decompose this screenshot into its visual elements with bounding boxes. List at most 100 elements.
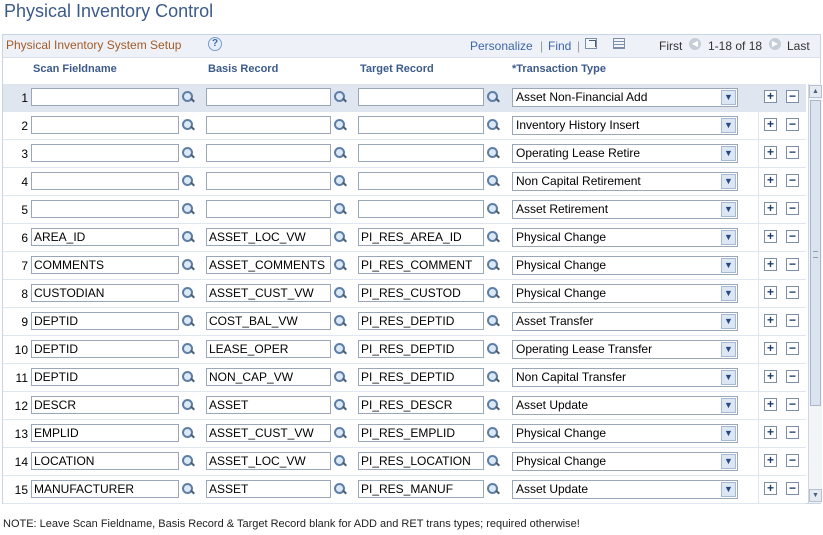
help-icon[interactable]: ?	[208, 37, 222, 51]
lookup-icon[interactable]	[333, 286, 347, 300]
add-row-button[interactable]: +	[764, 314, 777, 327]
add-row-button[interactable]: +	[764, 146, 777, 159]
add-row-button[interactable]: +	[764, 202, 777, 215]
chevron-down-icon[interactable]: ▼	[721, 286, 736, 301]
scan-fieldname-input[interactable]	[31, 144, 179, 162]
chevron-down-icon[interactable]: ▼	[721, 426, 736, 441]
add-row-button[interactable]: +	[764, 454, 777, 467]
basis-record-input[interactable]: ASSET_CUST_VW	[206, 424, 331, 442]
delete-row-button[interactable]: −	[786, 314, 799, 327]
transaction-type-select[interactable]: Asset Retirement ▼	[512, 200, 738, 219]
basis-record-input[interactable]	[206, 172, 331, 190]
add-row-button[interactable]: +	[764, 398, 777, 411]
basis-record-input[interactable]: ASSET_CUST_VW	[206, 284, 331, 302]
delete-row-button[interactable]: −	[786, 174, 799, 187]
lookup-icon[interactable]	[486, 118, 500, 132]
add-row-button[interactable]: +	[764, 342, 777, 355]
transaction-type-select[interactable]: Physical Change ▼	[512, 452, 738, 471]
chevron-down-icon[interactable]: ▼	[721, 398, 736, 413]
grid-scrollbar[interactable]: ▲ ▼	[808, 84, 822, 503]
lookup-icon[interactable]	[181, 370, 195, 384]
lookup-icon[interactable]	[181, 146, 195, 160]
lookup-icon[interactable]	[486, 90, 500, 104]
add-row-button[interactable]: +	[764, 174, 777, 187]
column-header-scan-fieldname[interactable]: Scan Fieldname	[33, 63, 117, 75]
lookup-icon[interactable]	[486, 202, 500, 216]
delete-row-button[interactable]: −	[786, 146, 799, 159]
scan-fieldname-input[interactable]: AREA_ID	[31, 228, 179, 246]
lookup-icon[interactable]	[486, 146, 500, 160]
delete-row-button[interactable]: −	[786, 398, 799, 411]
transaction-type-select[interactable]: Operating Lease Transfer ▼	[512, 340, 738, 359]
lookup-icon[interactable]	[333, 482, 347, 496]
delete-row-button[interactable]: −	[786, 426, 799, 439]
basis-record-input[interactable]	[206, 116, 331, 134]
lookup-icon[interactable]	[333, 230, 347, 244]
view-all-icon[interactable]	[585, 38, 597, 49]
scroll-up-icon[interactable]: ▲	[809, 85, 822, 98]
transaction-type-select[interactable]: Asset Transfer ▼	[512, 312, 738, 331]
lookup-icon[interactable]	[333, 118, 347, 132]
delete-row-button[interactable]: −	[786, 90, 799, 103]
delete-row-button[interactable]: −	[786, 370, 799, 383]
lookup-icon[interactable]	[486, 314, 500, 328]
lookup-icon[interactable]	[333, 426, 347, 440]
scan-fieldname-input[interactable]: COMMENTS	[31, 256, 179, 274]
lookup-icon[interactable]	[333, 398, 347, 412]
chevron-down-icon[interactable]: ▼	[721, 118, 736, 133]
lookup-icon[interactable]	[486, 258, 500, 272]
transaction-type-select[interactable]: Non Capital Transfer ▼	[512, 368, 738, 387]
scroll-thumb[interactable]	[810, 100, 821, 406]
delete-row-button[interactable]: −	[786, 342, 799, 355]
next-icon[interactable]: ▶	[769, 38, 781, 50]
chevron-down-icon[interactable]: ▼	[721, 314, 736, 329]
target-record-input[interactable]: PI_RES_AREA_ID	[358, 228, 484, 246]
target-record-input[interactable]: PI_RES_DESCR	[358, 396, 484, 414]
lookup-icon[interactable]	[333, 454, 347, 468]
basis-record-input[interactable]: LEASE_OPER	[206, 340, 331, 358]
target-record-input[interactable]	[358, 116, 484, 134]
basis-record-input[interactable]: ASSET	[206, 396, 331, 414]
basis-record-input[interactable]	[206, 144, 331, 162]
target-record-input[interactable]: PI_RES_COMMENT	[358, 256, 484, 274]
target-record-input[interactable]: PI_RES_DEPTID	[358, 312, 484, 330]
lookup-icon[interactable]	[181, 426, 195, 440]
chevron-down-icon[interactable]: ▼	[721, 90, 736, 105]
transaction-type-select[interactable]: Physical Change ▼	[512, 284, 738, 303]
lookup-icon[interactable]	[333, 174, 347, 188]
lookup-icon[interactable]	[486, 482, 500, 496]
transaction-type-select[interactable]: Physical Change ▼	[512, 228, 738, 247]
add-row-button[interactable]: +	[764, 90, 777, 103]
basis-record-input[interactable]: ASSET_COMMENTS	[206, 256, 331, 274]
target-record-input[interactable]: PI_RES_DEPTID	[358, 340, 484, 358]
delete-row-button[interactable]: −	[786, 230, 799, 243]
scan-fieldname-input[interactable]: EMPLID	[31, 424, 179, 442]
scan-fieldname-input[interactable]: MANUFACTURER	[31, 480, 179, 498]
transaction-type-select[interactable]: Asset Update ▼	[512, 396, 738, 415]
add-row-button[interactable]: +	[764, 118, 777, 131]
lookup-icon[interactable]	[181, 202, 195, 216]
lookup-icon[interactable]	[181, 454, 195, 468]
basis-record-input[interactable]: ASSET_LOC_VW	[206, 228, 331, 246]
lookup-icon[interactable]	[333, 370, 347, 384]
target-record-input[interactable]	[358, 88, 484, 106]
lookup-icon[interactable]	[486, 370, 500, 384]
transaction-type-select[interactable]: Operating Lease Retire ▼	[512, 144, 738, 163]
lookup-icon[interactable]	[333, 314, 347, 328]
scan-fieldname-input[interactable]: DEPTID	[31, 340, 179, 358]
lookup-icon[interactable]	[181, 314, 195, 328]
lookup-icon[interactable]	[486, 230, 500, 244]
chevron-down-icon[interactable]: ▼	[721, 370, 736, 385]
transaction-type-select[interactable]: Asset Update ▼	[512, 480, 738, 499]
find-link[interactable]: Find	[548, 39, 571, 53]
lookup-icon[interactable]	[333, 342, 347, 356]
scan-fieldname-input[interactable]: DEPTID	[31, 368, 179, 386]
column-header-transaction-type[interactable]: *Transaction Type	[512, 63, 606, 75]
column-header-basis-record[interactable]: Basis Record	[208, 63, 278, 75]
add-row-button[interactable]: +	[764, 286, 777, 299]
chevron-down-icon[interactable]: ▼	[721, 174, 736, 189]
lookup-icon[interactable]	[181, 90, 195, 104]
transaction-type-select[interactable]: Inventory History Insert ▼	[512, 116, 738, 135]
basis-record-input[interactable]: NON_CAP_VW	[206, 368, 331, 386]
add-row-button[interactable]: +	[764, 370, 777, 383]
